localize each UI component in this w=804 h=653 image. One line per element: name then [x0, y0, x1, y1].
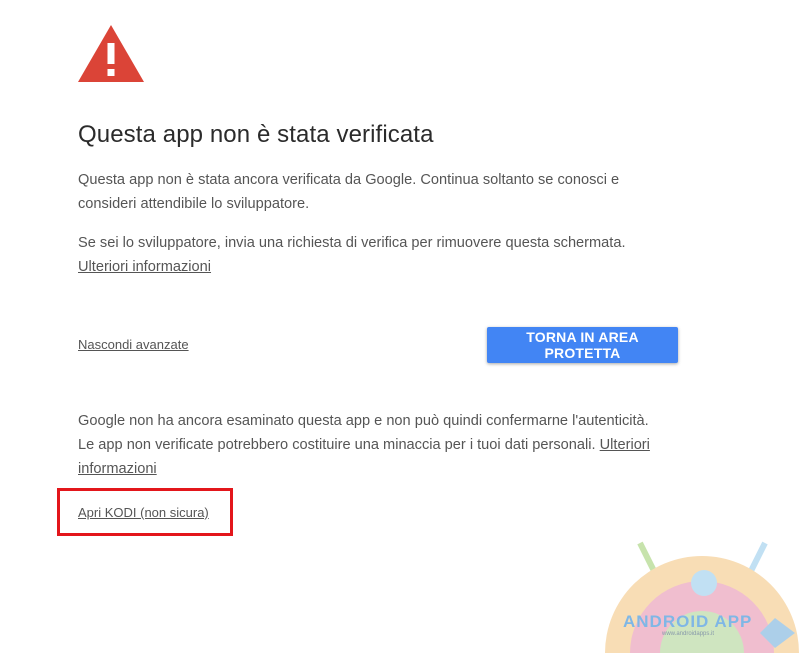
warning-triangle-icon	[78, 25, 144, 82]
developer-note-text: Se sei lo sviluppatore, invia una richie…	[78, 235, 626, 251]
watermark-text: ANDROID APP	[623, 612, 753, 631]
advanced-details-line2: Le app non verificate potrebbero costitu…	[78, 437, 596, 453]
advanced-details: Google non ha ancora esaminato questa ap…	[78, 409, 678, 481]
page-title: Questa app non è stata verificata	[78, 121, 434, 148]
hide-advanced-link[interactable]: Nascondi avanzate	[78, 337, 189, 352]
intro-text: Questa app non è stata ancora verificata…	[78, 172, 620, 212]
learn-more-link[interactable]: Ulteriori informazioni	[78, 259, 211, 275]
advanced-details-line1: Google non ha ancora esaminato questa ap…	[78, 413, 649, 429]
back-to-safety-button[interactable]: TORNA IN AREA PROTETTA	[487, 327, 678, 363]
developer-note: Se sei lo sviluppatore, invia una richie…	[78, 231, 678, 279]
open-unsafe-app-link[interactable]: Apri KODI (non sicura)	[78, 505, 209, 520]
watermark-url: www.androidapps.it	[662, 631, 715, 637]
